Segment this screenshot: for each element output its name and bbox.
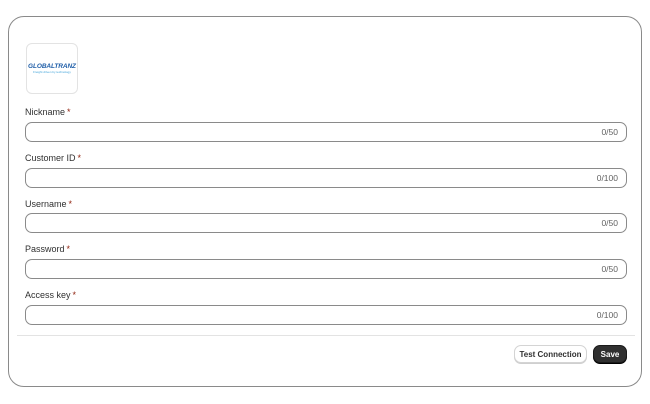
required-mark: * [77, 153, 82, 163]
access-key-input[interactable]: 0/100 [25, 305, 627, 325]
customer-id-char-counter: 0/100 [596, 173, 618, 183]
password-label-text: Password [25, 244, 65, 254]
customer-id-label: Customer ID * [25, 153, 81, 164]
logo-wordmark: GLOBALTRANZ [28, 63, 76, 70]
customer-id-label-text: Customer ID [25, 153, 76, 163]
username-input[interactable]: 0/50 [25, 213, 627, 233]
access-key-label-text: Access key [25, 290, 71, 300]
nickname-input[interactable]: 0/50 [25, 122, 627, 142]
password-label: Password * [25, 244, 70, 255]
customer-id-input[interactable]: 0/100 [25, 168, 627, 188]
save-button[interactable]: Save [593, 345, 627, 363]
nickname-label-text: Nickname [25, 107, 66, 117]
required-mark: * [66, 244, 71, 254]
username-label: Username * [25, 199, 72, 210]
username-char-counter: 0/50 [601, 218, 618, 228]
logo-tagline: Freight driven by technology [33, 70, 71, 74]
required-mark: * [72, 290, 77, 300]
password-char-counter: 0/50 [601, 264, 618, 274]
test-connection-button[interactable]: Test Connection [514, 345, 587, 363]
credentials-card: GLOBALTRANZ Freight driven by technology… [8, 16, 642, 387]
required-mark: * [68, 199, 73, 209]
nickname-char-counter: 0/50 [601, 127, 618, 137]
access-key-label: Access key * [25, 290, 76, 301]
username-label-text: Username [25, 199, 67, 209]
password-input[interactable]: 0/50 [25, 259, 627, 279]
footer-divider [17, 335, 635, 336]
required-mark: * [67, 107, 71, 117]
access-key-char-counter: 0/100 [596, 310, 618, 320]
carrier-logo: GLOBALTRANZ Freight driven by technology [26, 43, 78, 94]
nickname-label: Nickname * [25, 107, 71, 118]
